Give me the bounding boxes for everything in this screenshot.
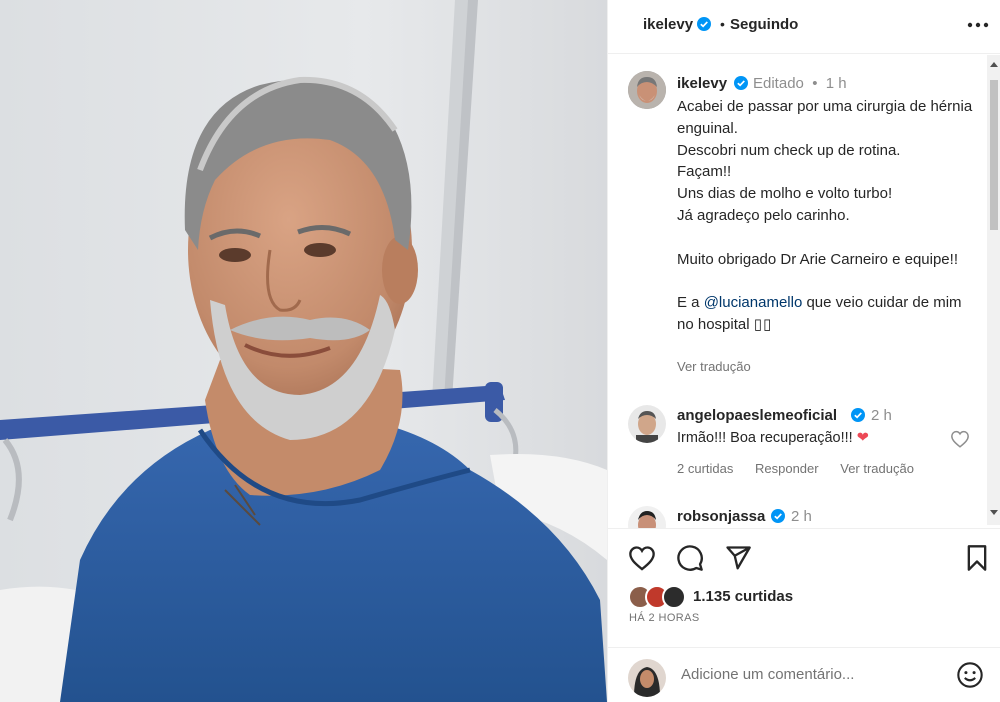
comment-actions: 2 curtidas Responder Ver tradução [677,461,932,476]
comment-input[interactable] [681,661,941,687]
caption-emoji: ▯▯ [753,315,773,333]
post-actions-area: 1.135 curtidas HÁ 2 HORAS [608,528,1000,702]
comment-reply-link[interactable]: Responder [755,461,819,476]
verified-badge-icon [771,509,785,528]
like-icon[interactable] [628,545,656,576]
caption-translate-link[interactable]: Ver tradução [677,359,751,374]
caption-mention-link[interactable]: @lucianamello [704,294,803,311]
comment-text: Irmão!!! Boa recuperação!!! ❤ [677,430,869,446]
comment-translate-link[interactable]: Ver tradução [840,461,914,476]
caption-text: Acabei de passar por uma cirurgia de hér… [677,96,977,336]
post-header: ikelevy • Seguindo [608,0,1000,54]
caption-body: Acabei de passar por uma cirurgia de hér… [677,98,973,312]
liker-avatar[interactable] [662,585,686,609]
following-button[interactable]: Seguindo [730,16,798,33]
likes-count[interactable]: 1.135 curtidas [693,588,793,605]
comment-like-icon[interactable] [950,430,970,453]
current-user-avatar [628,659,666,697]
scroll-down-arrow-icon[interactable] [990,510,998,515]
caption-meta: Editado • 1 h [753,75,847,92]
share-icon[interactable] [724,544,752,577]
verified-badge-icon [697,17,711,36]
comment-time: 2 h [871,407,892,424]
caption-avatar[interactable] [628,71,666,109]
comment-avatar[interactable] [628,506,666,528]
hospital-selfie-image [0,0,607,702]
post-photo[interactable] [0,0,607,702]
comment-likes-link[interactable]: 2 curtidas [677,461,733,476]
save-icon[interactable] [965,544,989,577]
verified-badge-icon [734,76,748,95]
more-options-icon[interactable] [965,17,991,37]
comment-avatar[interactable] [628,405,666,443]
caption-username[interactable]: ikelevy [677,75,727,92]
comment-username[interactable]: angelopaeslemeoficial [677,407,837,424]
post-timestamp[interactable]: HÁ 2 HORAS [629,612,700,624]
add-comment-bar [608,647,1000,702]
header-separator: • [720,16,725,32]
scroll-up-arrow-icon[interactable] [990,62,998,67]
comments-scrollbar[interactable] [987,55,1000,525]
header-username[interactable]: ikelevy [643,16,693,33]
post-detail-panel: ikelevy • Seguindo ikelevy Editado • 1 h… [607,0,1000,702]
red-heart-emoji: ❤ [856,430,869,446]
comment-icon[interactable] [676,544,704,577]
comments-scroll-area[interactable]: ikelevy Editado • 1 h Acabei de passar p… [608,55,1000,528]
comment-text-body: Irmão!!! Boa recuperação!!! [677,430,853,446]
emoji-icon[interactable] [956,661,984,694]
comment-time: 2 h [791,508,812,525]
verified-badge-icon [851,408,865,427]
comment-username[interactable]: robsonjassa [677,508,765,525]
scrollbar-thumb[interactable] [990,80,998,230]
